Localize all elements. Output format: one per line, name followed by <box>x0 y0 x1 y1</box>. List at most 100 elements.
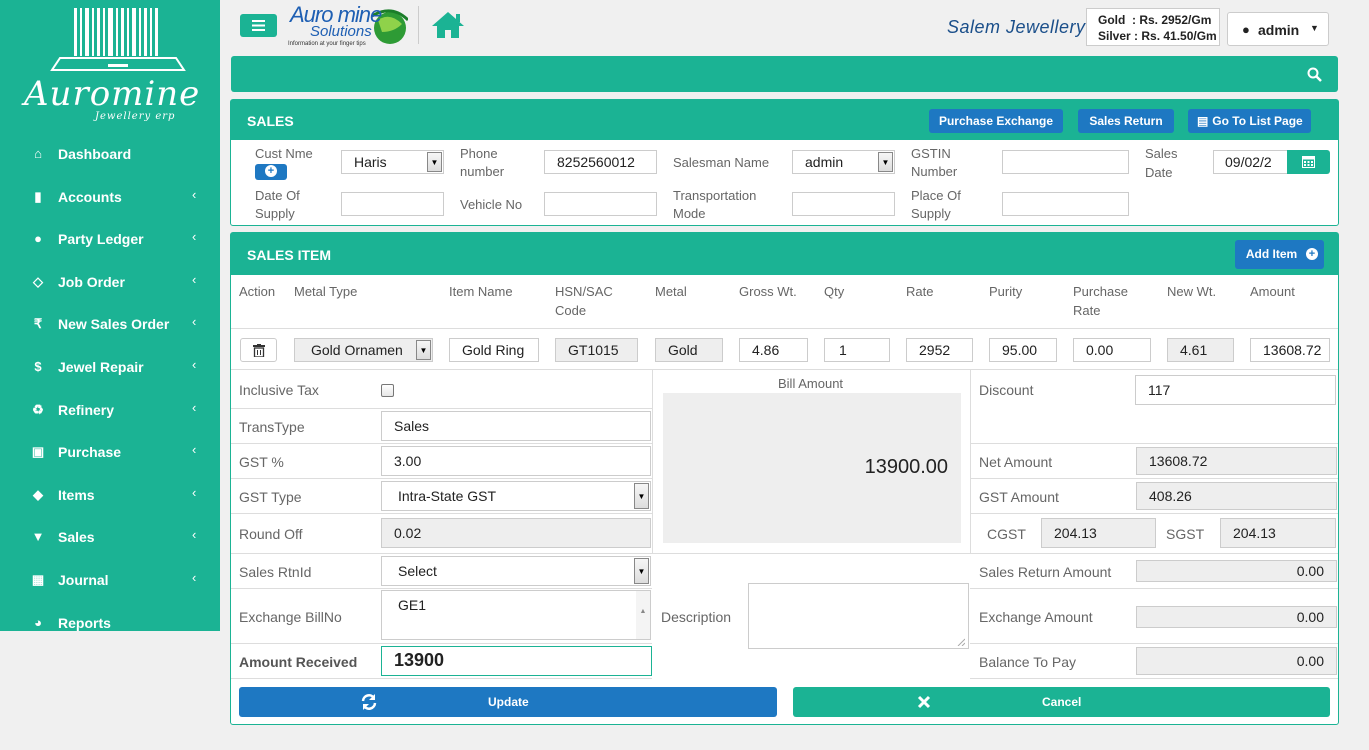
gst-type-label: GST Type <box>239 489 302 505</box>
rate-input[interactable]: 2952 <box>906 338 973 362</box>
sales-return-amount-label: Sales Return Amount <box>979 564 1112 580</box>
exchange-amount-label: Exchange Amount <box>979 609 1093 625</box>
customer-select[interactable]: Haris ▼ <box>341 150 444 174</box>
book-icon: ▮ <box>34 188 42 204</box>
update-button[interactable]: Update <box>239 687 777 717</box>
metal-type-select[interactable]: Gold Ornamen ▼ <box>294 338 433 362</box>
gross-wt-input[interactable]: 4.86 <box>739 338 808 362</box>
gst-pct-input[interactable]: 3.00 <box>381 446 651 476</box>
sales-date-label-2: Date <box>1145 165 1173 180</box>
sales-date-input[interactable]: 09/02/2 <box>1213 150 1288 174</box>
purity-input[interactable]: 95.00 <box>989 338 1057 362</box>
sidebar-item-refinery[interactable]: ♻ Refinery ‹ <box>0 390 220 432</box>
phone-input[interactable]: 8252560012 <box>544 150 657 174</box>
chevron-left-icon: ‹ <box>192 399 197 415</box>
gstin-label-2: Number <box>911 164 958 179</box>
scrollbar[interactable]: ▲▼ <box>636 591 650 639</box>
sidebar-item-sales[interactable]: ▼ Sales ‹ <box>0 517 220 559</box>
sidebar-item-label: Refinery <box>58 401 115 418</box>
divider <box>231 678 652 679</box>
round-off-input[interactable]: 0.02 <box>381 518 651 548</box>
rupee-icon: ₹ <box>33 316 43 332</box>
date-supply-input[interactable] <box>341 192 444 216</box>
exchange-amount-input[interactable]: 0.00 <box>1136 606 1337 628</box>
company-tagline: Information at your finger tips <box>288 41 366 47</box>
col-rate: Rate <box>906 284 934 299</box>
metal-input[interactable]: Gold <box>655 338 723 362</box>
home-icon[interactable] <box>430 10 466 40</box>
sales-return-amount-input[interactable]: 0.00 <box>1136 560 1337 582</box>
bill-amount-value: 13900.00 <box>864 456 948 478</box>
sgst-input[interactable]: 204.13 <box>1220 518 1336 548</box>
sidebar-item-accounts[interactable]: ▮ Accounts ‹ <box>0 177 220 219</box>
sidebar-item-label: Reports <box>58 614 111 631</box>
divider <box>652 369 653 554</box>
add-item-label: Add Item <box>1245 247 1298 261</box>
sidebar-item-party-ledger[interactable]: ● Party Ledger ‹ <box>0 219 220 261</box>
sidebar-item-purchase[interactable]: ▣ Purchase ‹ <box>0 432 220 474</box>
transport-label: Transportation <box>673 188 757 203</box>
sales-return-button[interactable]: Sales Return <box>1078 109 1174 133</box>
sidebar-item-jewel-repair[interactable]: $ Jewel Repair ‹ <box>0 347 220 389</box>
sidebar-item-reports[interactable]: ◕ Reports <box>0 603 220 645</box>
qty-input[interactable]: 1 <box>824 338 890 362</box>
sidebar-item-job-order[interactable]: ◇ Job Order ‹ <box>0 262 220 304</box>
company-name-2: Solutions <box>310 23 372 40</box>
add-customer-button[interactable]: + <box>255 164 287 180</box>
search-bar[interactable] <box>231 56 1338 92</box>
net-amount-input[interactable]: 13608.72 <box>1136 447 1337 475</box>
cgst-input[interactable]: 204.13 <box>1041 518 1156 548</box>
resize-handle-icon[interactable] <box>957 638 965 646</box>
gstin-input[interactable] <box>1002 150 1129 174</box>
vehicle-input[interactable] <box>544 192 657 216</box>
sidebar-item-new-sales-order[interactable]: ₹ New Sales Order ‹ <box>0 304 220 346</box>
date-supply-label: Date Of <box>255 188 300 203</box>
plus-circle-icon: + <box>1306 248 1318 260</box>
amount-input[interactable]: 13608.72 <box>1250 338 1330 362</box>
sales-rtn-select[interactable]: Select ▼ <box>381 556 651 586</box>
calendar-icon <box>1302 156 1315 168</box>
sidebar: Auromine Jewellery erp ⌂ Dashboard ▮ Accoun… <box>0 0 220 631</box>
sidebar-item-dashboard[interactable]: ⌂ Dashboard <box>0 134 220 176</box>
cancel-label: Cancel <box>1042 695 1082 709</box>
salesman-select[interactable]: admin ▼ <box>792 150 895 174</box>
sidebar-item-items[interactable]: ◆ Items ‹ <box>0 475 220 517</box>
new-wt-input[interactable]: 4.61 <box>1167 338 1234 362</box>
place-label: Place Of <box>911 188 961 203</box>
description-label: Description <box>661 609 732 625</box>
inclusive-tax-checkbox[interactable] <box>381 384 394 397</box>
divider <box>231 328 1338 329</box>
divider <box>418 6 419 44</box>
purchase-rate-input[interactable]: 0.00 <box>1073 338 1151 362</box>
chevron-left-icon: ‹ <box>192 442 197 458</box>
balance-input[interactable]: 0.00 <box>1136 647 1337 675</box>
go-to-list-button[interactable]: ▤ Go To List Page <box>1188 109 1311 133</box>
exchange-bill-textarea[interactable]: GE1 ▲▼ <box>381 590 651 640</box>
purchase-exchange-button[interactable]: Purchase Exchange <box>929 109 1063 133</box>
menu-toggle-button[interactable] <box>240 14 277 37</box>
go-to-list-label: Go To List Page <box>1212 114 1303 128</box>
silver-rate: Silver : Rs. 41.50/Gm <box>1098 29 1217 43</box>
hsn-input[interactable]: GT1015 <box>555 338 638 362</box>
gst-amount-input[interactable]: 408.26 <box>1136 482 1337 510</box>
delete-row-button[interactable] <box>240 338 277 362</box>
transport-input[interactable] <box>792 192 895 216</box>
place-input[interactable] <box>1002 192 1129 216</box>
calendar-button[interactable] <box>1287 150 1330 174</box>
recycle-icon: ♻ <box>32 401 44 417</box>
add-item-button[interactable]: Add Item + <box>1235 240 1324 269</box>
cancel-button[interactable]: Cancel <box>793 687 1330 717</box>
sidebar-item-journal[interactable]: ▦ Journal ‹ <box>0 560 220 602</box>
description-textarea[interactable] <box>748 583 969 649</box>
trans-type-input[interactable]: Sales <box>381 411 651 441</box>
search-icon[interactable] <box>1307 67 1322 82</box>
user-menu-button[interactable]: ● admin ▼ <box>1227 12 1329 46</box>
item-name-input[interactable]: Gold Ring <box>449 338 539 362</box>
divider <box>231 588 652 589</box>
gst-type-select[interactable]: Intra-State GST ▼ <box>381 481 651 511</box>
sales-date-label: Sales <box>1145 146 1178 161</box>
chevron-left-icon: ‹ <box>192 570 197 585</box>
cgst-label: CGST <box>987 526 1026 542</box>
discount-input[interactable]: 117 <box>1135 375 1336 405</box>
amount-received-input[interactable]: 13900 <box>381 646 652 676</box>
